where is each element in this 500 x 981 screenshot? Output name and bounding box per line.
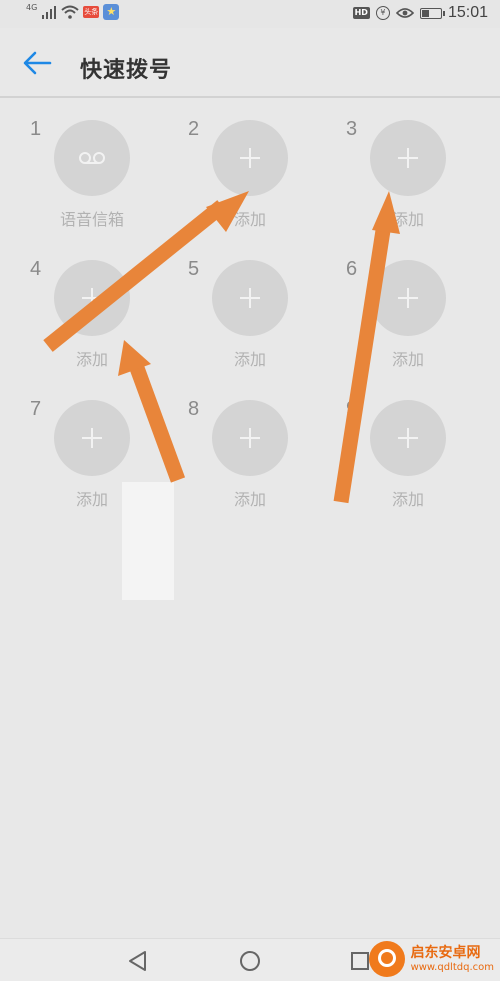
app-bar-divider xyxy=(0,96,500,98)
speed-dial-number: 3 xyxy=(346,118,358,140)
add-contact-button[interactable] xyxy=(212,260,288,336)
back-arrow-icon[interactable] xyxy=(22,50,52,76)
status-bar: 4G 头条 ★ HD ¥ 15:01 xyxy=(0,0,500,28)
speed-dial-cell-5[interactable]: 5 添加 xyxy=(188,250,328,380)
plus-icon xyxy=(82,428,102,448)
hd-call-icon: HD xyxy=(352,7,370,19)
speed-dial-number: 8 xyxy=(188,398,200,420)
plus-icon xyxy=(82,288,102,308)
speed-dial-cell-4[interactable]: 4 添加 xyxy=(30,250,170,380)
news-app-icon: 头条 xyxy=(83,6,100,18)
speed-dial-number: 9 xyxy=(346,398,358,420)
wifi-icon xyxy=(61,5,79,19)
speed-dial-circle[interactable] xyxy=(54,120,130,196)
speed-dial-cell-2[interactable]: 2 添加 xyxy=(188,110,328,240)
add-contact-button[interactable] xyxy=(212,120,288,196)
speed-dial-number: 7 xyxy=(30,398,42,420)
watermark-logo-icon xyxy=(368,941,405,977)
add-contact-button[interactable] xyxy=(370,260,446,336)
speed-dial-label: 添加 xyxy=(75,350,108,369)
voicemail-icon xyxy=(79,152,105,164)
speed-dial-number: 2 xyxy=(188,118,200,140)
speed-dial-number: 1 xyxy=(30,118,42,140)
add-contact-button[interactable] xyxy=(370,400,446,476)
plus-icon xyxy=(398,148,418,168)
speed-dial-number: 6 xyxy=(346,258,358,280)
add-contact-button[interactable] xyxy=(54,400,130,476)
status-time: 15:01 xyxy=(447,4,488,21)
plus-icon xyxy=(240,428,260,448)
add-contact-button[interactable] xyxy=(54,260,130,336)
speed-dial-cell-6[interactable]: 6 添加 xyxy=(346,250,486,380)
speed-dial-label: 添加 xyxy=(233,210,266,229)
speed-dial-label: 添加 xyxy=(391,490,424,509)
star-app-icon: ★ xyxy=(103,4,120,20)
plus-icon xyxy=(398,428,418,448)
page-title: 快速拨号 xyxy=(80,58,173,83)
speed-dial-label: 添加 xyxy=(233,490,266,509)
speed-dial-cell-1[interactable]: 1 语音信箱 xyxy=(30,110,170,240)
add-contact-button[interactable] xyxy=(212,400,288,476)
signal-icon xyxy=(42,6,57,19)
nav-back-icon[interactable] xyxy=(124,947,152,975)
system-nav-bar: 启东安卓网 www.qdltdq.com xyxy=(0,938,500,981)
plus-icon xyxy=(240,288,260,308)
speed-dial-label: 添加 xyxy=(391,210,424,229)
watermark: 启东安卓网 www.qdltdq.com xyxy=(368,941,494,977)
network-type: 4G xyxy=(26,2,38,12)
speed-dial-cell-9[interactable]: 9 添加 xyxy=(346,390,486,520)
speed-dial-number: 4 xyxy=(30,258,42,280)
plus-icon xyxy=(240,148,260,168)
empty-content-area xyxy=(0,520,500,938)
data-saver-icon: ¥ xyxy=(375,6,390,20)
battery-icon xyxy=(419,7,445,19)
speed-dial-cell-8[interactable]: 8 添加 xyxy=(188,390,328,520)
app-bar: 快速拨号 xyxy=(0,28,500,96)
eye-comfort-icon xyxy=(395,8,414,18)
plus-icon xyxy=(398,288,418,308)
speed-dial-cell-3[interactable]: 3 添加 xyxy=(346,110,486,240)
watermark-url: www.qdltdq.com xyxy=(410,962,494,973)
speed-dial-label: 添加 xyxy=(233,350,266,369)
add-contact-button[interactable] xyxy=(370,120,446,196)
speed-dial-number: 5 xyxy=(188,258,200,280)
watermark-name: 启东安卓网 xyxy=(410,945,481,961)
nav-home-icon[interactable] xyxy=(236,947,264,975)
speed-dial-label: 添加 xyxy=(391,350,424,369)
speed-dial-label: 语音信箱 xyxy=(59,210,124,229)
redaction-patch xyxy=(122,482,174,600)
